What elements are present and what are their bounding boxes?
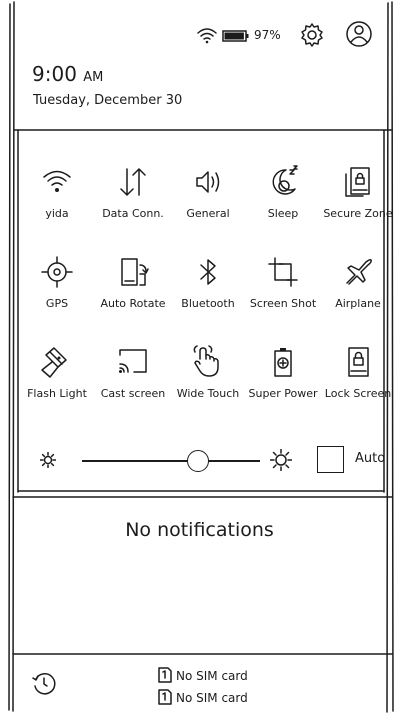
tile-label: yida bbox=[45, 207, 69, 220]
tile-cast-screen[interactable]: Cast screen bbox=[95, 345, 171, 425]
time-ampm: AM bbox=[83, 70, 104, 85]
clock-date: Tuesday, December 30 bbox=[33, 93, 183, 108]
sim-slot-1: No SIM card bbox=[158, 667, 248, 683]
auto-brightness-checkbox[interactable] bbox=[317, 446, 344, 473]
wifi-icon bbox=[43, 170, 71, 192]
brightness-slider-knob[interactable] bbox=[186, 450, 209, 472]
tile-wide-touch[interactable]: Wide Touch bbox=[170, 345, 246, 425]
gear-icon[interactable] bbox=[299, 22, 325, 48]
tile-label: Wide Touch bbox=[176, 387, 240, 400]
tile-label: GPS bbox=[45, 297, 69, 310]
tile-flash-light[interactable]: Flash Light bbox=[19, 345, 95, 425]
brightness-slider-track[interactable] bbox=[82, 460, 260, 462]
secure-zone-icon bbox=[345, 167, 370, 197]
brightness-low-icon bbox=[40, 452, 56, 468]
speaker-icon bbox=[196, 171, 220, 193]
bottom-bar: No SIM card No SIM card bbox=[0, 655, 399, 713]
tile-label: Flash Light bbox=[27, 387, 87, 400]
rotate-icon bbox=[121, 258, 149, 286]
tile-label: Secure Zone bbox=[323, 207, 393, 220]
gps-icon bbox=[41, 256, 73, 288]
tile-gps[interactable]: GPS bbox=[19, 255, 95, 335]
airplane-icon bbox=[346, 259, 372, 285]
tile-sleep[interactable]: Sleep bbox=[245, 165, 321, 245]
clock-time: 9:00 AM bbox=[32, 62, 103, 86]
cast-icon bbox=[119, 349, 147, 373]
sim-slot-2-text: No SIM card bbox=[176, 691, 248, 705]
tile-label: Auto Rotate bbox=[100, 297, 166, 310]
no-notifications-text: No notifications bbox=[125, 519, 274, 541]
data-arrows-icon bbox=[120, 168, 146, 196]
tile-bluetooth[interactable]: Bluetooth bbox=[170, 255, 246, 335]
tile-airplane[interactable]: Airplane bbox=[320, 255, 396, 335]
tile-label: Lock Screen bbox=[324, 387, 392, 400]
tile-label: Super Power bbox=[248, 387, 318, 400]
tile-screen-shot[interactable]: Screen Shot bbox=[245, 255, 321, 335]
auto-brightness-label: Auto bbox=[355, 451, 386, 466]
tile-label: Cast screen bbox=[100, 387, 166, 400]
tile-label: Bluetooth bbox=[181, 297, 235, 310]
bluetooth-icon bbox=[200, 259, 216, 285]
tile-data-conn[interactable]: Data Conn. bbox=[95, 165, 171, 245]
touch-icon bbox=[193, 345, 219, 377]
time-value: 9:00 bbox=[32, 62, 77, 86]
tile-label: General bbox=[186, 207, 230, 220]
sim-card-icon bbox=[158, 689, 172, 705]
tile-label: Airplane bbox=[335, 297, 381, 310]
history-icon[interactable] bbox=[31, 670, 57, 696]
tile-yida[interactable]: yida bbox=[19, 165, 95, 245]
sim-slot-1-text: No SIM card bbox=[176, 669, 248, 683]
status-bar: 97% bbox=[0, 0, 399, 56]
flashlight-icon bbox=[41, 347, 67, 378]
sim-slot-2: No SIM card bbox=[158, 689, 248, 705]
battery-plus-icon bbox=[274, 348, 292, 377]
tile-general[interactable]: General bbox=[170, 165, 246, 245]
tile-lock-screen[interactable]: Lock Screen bbox=[320, 345, 396, 425]
tile-auto-rotate[interactable]: Auto Rotate bbox=[95, 255, 171, 335]
tile-label: Sleep bbox=[267, 207, 299, 220]
moon-icon bbox=[272, 165, 298, 195]
tile-super-power[interactable]: Super Power bbox=[245, 345, 321, 425]
user-icon[interactable] bbox=[345, 20, 373, 48]
crop-icon bbox=[268, 257, 298, 287]
tile-label: Data Conn. bbox=[102, 207, 164, 220]
sim-card-icon bbox=[158, 667, 172, 683]
tile-label: Screen Shot bbox=[249, 297, 317, 310]
brightness-high-icon bbox=[270, 449, 292, 471]
wifi-icon bbox=[197, 28, 217, 44]
battery-icon bbox=[222, 30, 249, 42]
brightness-row: Auto bbox=[20, 440, 390, 480]
tile-secure-zone[interactable]: Secure Zone bbox=[320, 165, 396, 245]
lock-phone-icon bbox=[348, 347, 369, 377]
battery-percent: 97% bbox=[254, 28, 281, 42]
